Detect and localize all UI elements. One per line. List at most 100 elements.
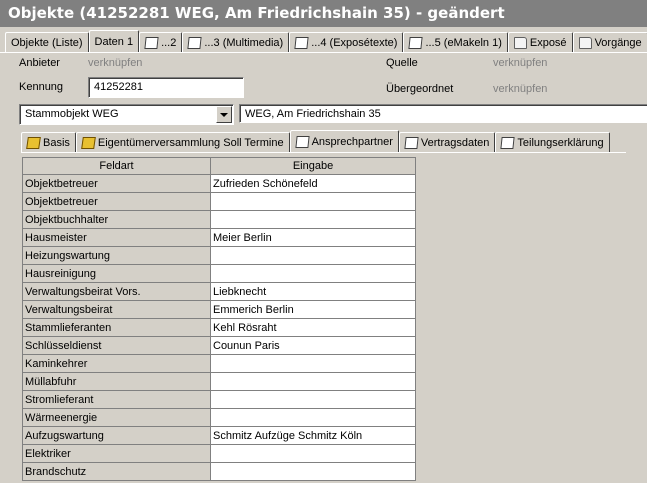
sub-tab-1[interactable]: Eigentümerversammlung Soll Termine xyxy=(75,132,290,152)
field-value-cell[interactable] xyxy=(210,354,416,373)
main-tab-label: Vorgänge xyxy=(594,36,642,49)
main-tab-label: Objekte (Liste) xyxy=(11,36,83,49)
main-tab-1[interactable]: Daten 1 xyxy=(88,30,140,52)
field-value-cell[interactable] xyxy=(210,264,416,283)
main-tab-2[interactable]: ...2 xyxy=(139,32,183,52)
uebergeordnet-label: Übergeordnet xyxy=(386,83,454,95)
contact-table: Feldart Eingabe Objektbetreuer Zufrieden … xyxy=(22,157,416,481)
table-row: Objektbetreuer xyxy=(22,192,416,211)
main-tab-label: ...5 (eMakeln 1) xyxy=(425,36,502,49)
table-row: Objektbetreuer Zufrieden Schönefeld xyxy=(22,174,416,193)
sub-tab-4[interactable]: Teilungserklärung xyxy=(495,132,610,152)
field-type-cell: Müllabfuhr xyxy=(22,372,211,391)
table-row: Kaminkehrer xyxy=(22,354,416,373)
main-tab-4[interactable]: ...4 (Exposétexte) xyxy=(289,32,404,52)
sub-tab-label: Vertragsdaten xyxy=(420,136,490,149)
table-row: Hausmeister Meier Berlin xyxy=(22,228,416,247)
table-row: Aufzugswartung Schmitz Aufzüge Schmitz Kö… xyxy=(22,426,416,445)
field-type-cell: Heizungswartung xyxy=(22,246,211,265)
uebergeordnet-link[interactable]: verknüpfen xyxy=(493,83,547,95)
table-row: Wärmeenergie xyxy=(22,408,416,427)
page-icon xyxy=(294,135,310,148)
field-value-cell[interactable] xyxy=(210,210,416,229)
page-icon xyxy=(187,36,202,49)
page-icon xyxy=(500,136,516,149)
field-value-cell[interactable] xyxy=(210,444,416,463)
table-row: Objektbuchhalter xyxy=(22,210,416,229)
field-type-cell: Verwaltungsbeirat Vors. xyxy=(22,282,211,301)
table-row: Elektriker xyxy=(22,444,416,463)
page-icon xyxy=(408,36,424,49)
field-value-cell[interactable]: Zufrieden Schönefeld xyxy=(210,174,416,193)
field-value-cell[interactable] xyxy=(210,246,416,265)
column-header-eingabe[interactable]: Eingabe xyxy=(210,157,416,175)
address-input[interactable]: WEG, Am Friedrichshain 35 xyxy=(239,104,647,123)
main-tab-5[interactable]: ...5 (eMakeln 1) xyxy=(403,32,508,52)
quelle-label: Quelle xyxy=(386,57,418,69)
sub-tab-label: Eigentümerversammlung Soll Termine xyxy=(97,136,284,149)
page-icon xyxy=(404,136,419,149)
field-value-cell[interactable] xyxy=(210,192,416,211)
kennung-input[interactable]: 41252281 xyxy=(88,77,244,98)
sub-tab-0[interactable]: Basis xyxy=(21,132,76,152)
field-type-cell: Kaminkehrer xyxy=(22,354,211,373)
main-tab-3[interactable]: ...3 (Multimedia) xyxy=(182,32,290,52)
sub-tab-label: Teilungserklärung xyxy=(517,136,604,149)
chevron-down-icon xyxy=(220,112,228,117)
main-tab-label: Daten 1 xyxy=(94,35,134,48)
sub-tab-bar: Basis Eigentümerversammlung Soll Termine A… xyxy=(21,130,610,152)
main-tab-label: Exposé xyxy=(529,36,567,49)
field-type-cell: Stromlieferant xyxy=(22,390,211,409)
table-row: Müllabfuhr xyxy=(22,372,416,391)
field-value-cell[interactable]: Schmitz Aufzüge Schmitz Köln xyxy=(210,426,416,445)
field-value-cell[interactable] xyxy=(210,462,416,481)
sub-tab-2[interactable]: Ansprechpartner xyxy=(289,130,399,152)
field-type-cell: Hausmeister xyxy=(22,228,211,247)
main-tab-bar: Objekte (Liste) Daten 1 ...2 ...3 (Multimed… xyxy=(5,30,647,52)
table-row: Stromlieferant xyxy=(22,390,416,409)
main-tab-0[interactable]: Objekte (Liste) xyxy=(5,32,89,52)
field-value-cell[interactable]: Meier Berlin xyxy=(210,228,416,247)
field-value-cell[interactable] xyxy=(210,408,416,427)
table-row: Brandschutz xyxy=(22,462,416,481)
stammobjekt-select[interactable]: Stammobjekt WEG xyxy=(19,104,234,125)
field-type-cell: Hausreinigung xyxy=(22,264,211,283)
folder-icon xyxy=(513,36,527,49)
sub-tab-panel-edge xyxy=(21,152,626,153)
page-icon xyxy=(294,36,309,49)
window-title: Objekte (41252281 WEG, Am Friedrichshain… xyxy=(0,0,647,27)
main-tab-7[interactable]: Vorgänge xyxy=(572,32,647,52)
dropdown-button[interactable] xyxy=(216,106,232,123)
table-row: Verwaltungsbeirat Vors. Liebknecht xyxy=(22,282,416,301)
sub-tab-label: Ansprechpartner xyxy=(311,135,393,148)
kennung-label: Kennung xyxy=(19,81,64,93)
field-value-cell[interactable] xyxy=(210,372,416,391)
field-type-cell: Schlüsseldienst xyxy=(22,336,211,355)
tab-panel-edge xyxy=(0,52,647,53)
field-value-cell[interactable]: Emmerich Berlin xyxy=(210,300,416,319)
field-type-cell: Objektbuchhalter xyxy=(22,210,211,229)
column-header-feldart[interactable]: Feldart xyxy=(22,157,211,175)
book-icon xyxy=(81,136,96,149)
sub-tab-3[interactable]: Vertragsdaten xyxy=(398,132,496,152)
field-type-cell: Wärmeenergie xyxy=(22,408,211,427)
table-row: Verwaltungsbeirat Emmerich Berlin xyxy=(22,300,416,319)
field-type-cell: Objektbetreuer xyxy=(22,192,211,211)
field-value-cell[interactable]: Counun Paris xyxy=(210,336,416,355)
field-value-cell[interactable]: Liebknecht xyxy=(210,282,416,301)
main-tab-label: ...4 (Exposétexte) xyxy=(311,36,398,49)
sub-tab-label: Basis xyxy=(43,136,70,149)
anbieter-label: Anbieter xyxy=(19,57,60,69)
main-tab-label: ...2 xyxy=(161,36,177,49)
book-icon xyxy=(26,136,41,149)
field-value-cell[interactable]: Kehl Rösraht xyxy=(210,318,416,337)
page-icon xyxy=(144,36,159,49)
field-type-cell: Elektriker xyxy=(22,444,211,463)
anbieter-link[interactable]: verknüpfen xyxy=(88,57,142,69)
main-tab-6[interactable]: Exposé xyxy=(507,32,573,52)
field-value-cell[interactable] xyxy=(210,390,416,409)
quelle-link[interactable]: verknüpfen xyxy=(493,57,547,69)
table-row: Stammlieferanten Kehl Rösraht xyxy=(22,318,416,337)
table-row: Hausreinigung xyxy=(22,264,416,283)
field-type-cell: Verwaltungsbeirat xyxy=(22,300,211,319)
